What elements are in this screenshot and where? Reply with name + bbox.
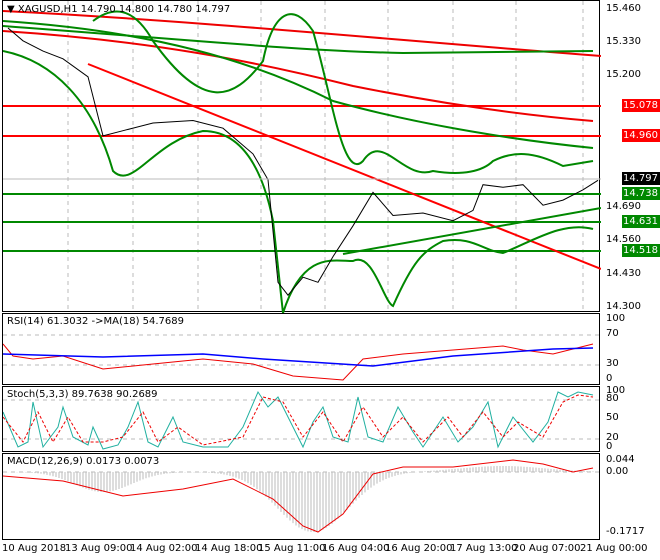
time-label: 13 Aug 09:00: [65, 543, 133, 554]
stoch-tick: 50: [606, 412, 619, 423]
symbol-label: XAGUSD,H1: [17, 4, 78, 15]
time-label: 16 Aug 20:00: [385, 543, 453, 554]
time-label: 14 Aug 18:00: [195, 543, 263, 554]
level-tag: 14.738: [622, 187, 660, 200]
uptrend-line: [342, 207, 601, 255]
stoch-tick: 80: [606, 393, 619, 404]
price-tick: 14.690: [606, 201, 641, 212]
rsi-panel[interactable]: RSI(14) 61.3032 ->MA(18) 54.7689: [2, 313, 601, 385]
time-label: 15 Aug 11:00: [258, 543, 326, 554]
chart-window[interactable]: ▼ XAGUSD,H1 14.790 14.800 14.780 14.797 …: [0, 0, 660, 560]
price-tick: 15.460: [606, 3, 641, 14]
stoch-title: Stoch(5,3,3) 89.7638 90.2689: [7, 389, 158, 400]
time-label: 10 Aug 2018: [2, 543, 67, 554]
price-chart: [3, 1, 601, 313]
stoch-panel[interactable]: Stoch(5,3,3) 89.7638 90.2689: [2, 386, 601, 452]
stoch-main-line: [3, 390, 594, 450]
chart-header: ▼ XAGUSD,H1 14.790 14.800 14.780 14.797: [7, 4, 230, 15]
stoch-tick: 0: [606, 441, 613, 452]
ma-green-mid: [3, 20, 594, 149]
macd-panel[interactable]: MACD(12,26,9) 0.0173 0.0073: [2, 453, 601, 540]
time-label: 21 Aug 00:00: [580, 543, 648, 554]
price-tick: 14.300: [606, 301, 641, 312]
time-label: 16 Aug 04:00: [322, 543, 390, 554]
price-tick: 14.430: [606, 268, 641, 279]
rsi-tick: 70: [606, 328, 619, 339]
time-label: 20 Aug 07:00: [513, 543, 581, 554]
level-tag: 14.960: [622, 129, 660, 142]
level-tag: 14.518: [622, 244, 660, 257]
ohlc-values: 14.790 14.800 14.780 14.797: [80, 4, 231, 15]
level-tag: 14.631: [622, 215, 660, 228]
time-label: 14 Aug 02:00: [130, 543, 198, 554]
rsi-tick: 30: [606, 358, 619, 369]
level-tag: 15.078: [622, 99, 660, 112]
macd-title: MACD(12,26,9) 0.0173 0.0073: [7, 456, 160, 467]
current-price-tag: 14.797: [622, 172, 660, 185]
rsi-title: RSI(14) 61.3032 ->MA(18) 54.7689: [7, 316, 184, 327]
macd-plot: [3, 459, 601, 533]
rsi-tick: 100: [606, 313, 626, 324]
macd-tick: 0.00: [606, 466, 629, 477]
price-tick: 15.330: [606, 36, 641, 47]
dropdown-triangle-icon[interactable]: ▼: [7, 4, 18, 15]
macd-signal-line: [3, 459, 594, 533]
time-label: 17 Aug 13:00: [450, 543, 518, 554]
main-chart-panel[interactable]: ▼ XAGUSD,H1 14.790 14.800 14.780 14.797: [2, 0, 601, 313]
rsi-line: [3, 343, 594, 381]
rsi-tick: 0: [606, 373, 613, 384]
macd-tick: -0.1717: [606, 526, 645, 537]
rsi-ma-line: [3, 347, 594, 367]
macd-tick: 0.044: [606, 454, 635, 465]
price-tick: 15.200: [606, 69, 641, 80]
ma-mid-red: [3, 30, 594, 122]
